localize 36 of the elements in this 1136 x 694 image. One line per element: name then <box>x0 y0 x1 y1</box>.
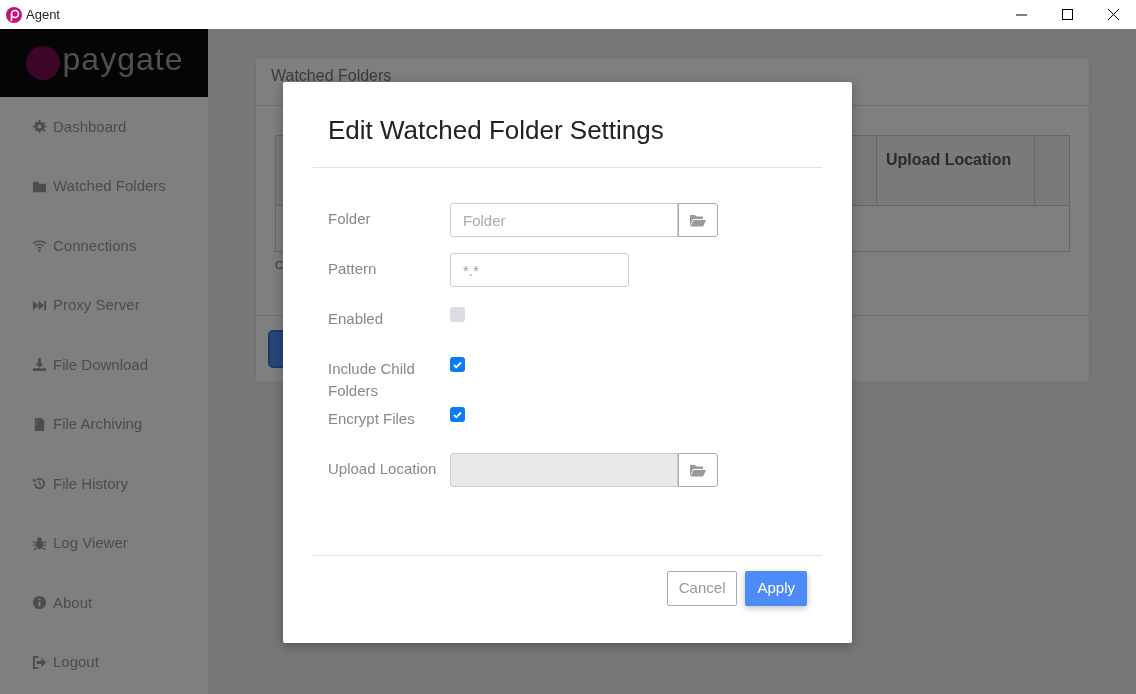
field-label: Encrypt Files <box>328 409 416 430</box>
card-title: Watched Folders <box>271 67 392 85</box>
check-icon <box>453 360 462 369</box>
maximize-icon[interactable] <box>1061 9 1073 20</box>
field-label: Enabled <box>328 309 385 330</box>
close-icon[interactable] <box>1107 9 1119 20</box>
folder-icon <box>690 463 706 477</box>
gear-icon <box>32 119 47 135</box>
modal-title: Edit Watched Folder Settings <box>328 115 665 147</box>
check-icon <box>453 410 462 419</box>
browse-button[interactable] <box>678 203 718 238</box>
logo-icon <box>24 45 61 81</box>
field-label: Folder <box>328 209 372 230</box>
column-header: Upload Location <box>876 136 1034 205</box>
bug-icon <box>32 535 47 551</box>
logout-icon <box>32 654 47 670</box>
download-icon <box>32 357 47 373</box>
field-label: Pattern <box>328 259 378 280</box>
cancel-button[interactable]: Cancel <box>666 571 738 607</box>
input-field[interactable]: *.* <box>450 253 629 288</box>
checkbox[interactable] <box>450 357 465 373</box>
window-title: Agent <box>26 5 60 24</box>
field-label: Include Child Folders <box>328 359 416 402</box>
info-icon <box>32 595 47 611</box>
zip-file-icon <box>32 416 47 432</box>
field-label: Upload Location <box>328 459 438 480</box>
table-note: C <box>275 258 283 273</box>
checkbox[interactable] <box>450 407 465 423</box>
app-icon <box>6 6 22 23</box>
folder-icon <box>690 213 706 227</box>
apply-button[interactable]: Apply <box>745 571 807 607</box>
history-icon <box>32 476 47 492</box>
browse-button[interactable] <box>678 453 718 488</box>
wifi-icon <box>32 238 47 254</box>
input-field[interactable]: Folder <box>450 203 678 238</box>
logo-text: paygate <box>62 40 184 79</box>
